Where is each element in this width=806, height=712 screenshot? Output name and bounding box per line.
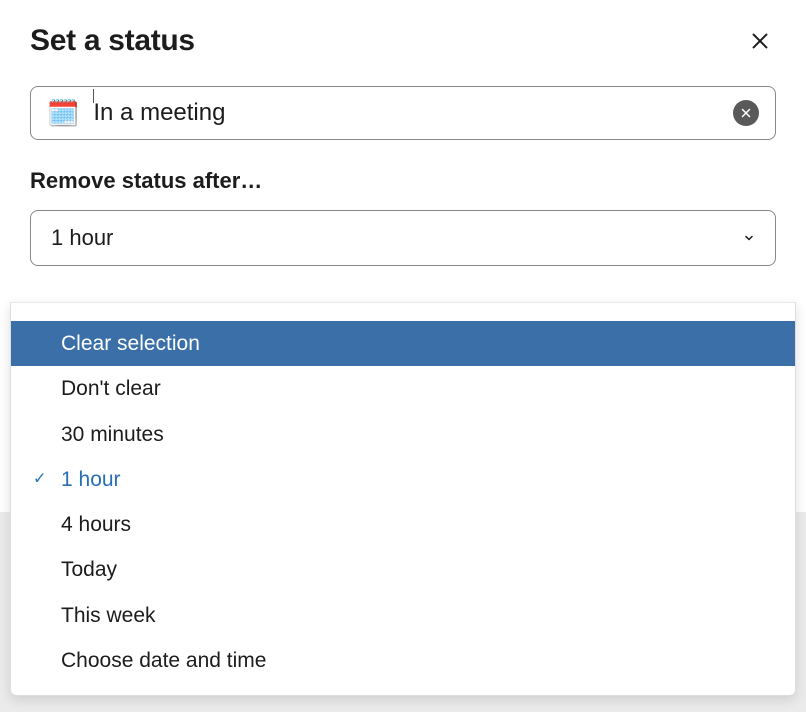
status-text-wrap: In a meeting <box>93 99 719 127</box>
dropdown-item-label: 30 minutes <box>61 423 164 446</box>
text-cursor <box>93 89 94 103</box>
dropdown-item[interactable]: This week <box>11 593 795 638</box>
clear-status-button[interactable] <box>733 100 759 126</box>
remove-after-label: Remove status after… <box>30 168 776 194</box>
status-input[interactable]: 🗓️ In a meeting <box>30 86 776 140</box>
dropdown-item-label: 1 hour <box>61 468 121 491</box>
dropdown-item[interactable]: Don't clear <box>11 366 795 411</box>
dropdown-item[interactable]: Choose date and time <box>11 638 795 683</box>
dropdown-item-label: Clear selection <box>61 332 200 355</box>
status-text-field[interactable]: In a meeting <box>93 99 719 127</box>
close-icon <box>749 30 771 52</box>
remove-after-dropdown: Clear selection Don't clear 30 minutes ✓ 1 h… <box>10 302 796 696</box>
select-value: 1 hour <box>51 225 113 251</box>
dropdown-item[interactable]: Clear selection <box>11 321 795 366</box>
calendar-icon[interactable]: 🗓️ <box>47 100 79 126</box>
modal-title: Set a status <box>30 24 195 58</box>
dropdown-item-label: 4 hours <box>61 513 131 536</box>
dropdown-item[interactable]: 4 hours <box>11 502 795 547</box>
set-status-modal: Set a status 🗓️ In a meeting Remove stat… <box>0 0 806 290</box>
dropdown-item-label: Don't clear <box>61 377 161 400</box>
close-button[interactable] <box>744 25 776 57</box>
dropdown-item-label: This week <box>61 604 156 627</box>
dropdown-item-label: Choose date and time <box>61 649 266 672</box>
chevron-down-icon <box>743 232 755 244</box>
modal-header: Set a status <box>30 24 776 58</box>
checkmark-icon: ✓ <box>33 469 46 490</box>
dropdown-item[interactable]: ✓ 1 hour <box>11 457 795 502</box>
dropdown-item[interactable]: 30 minutes <box>11 412 795 457</box>
dropdown-item[interactable]: Today <box>11 547 795 592</box>
x-icon <box>740 107 752 119</box>
remove-after-select[interactable]: 1 hour <box>30 210 776 266</box>
dropdown-item-label: Today <box>61 558 117 581</box>
